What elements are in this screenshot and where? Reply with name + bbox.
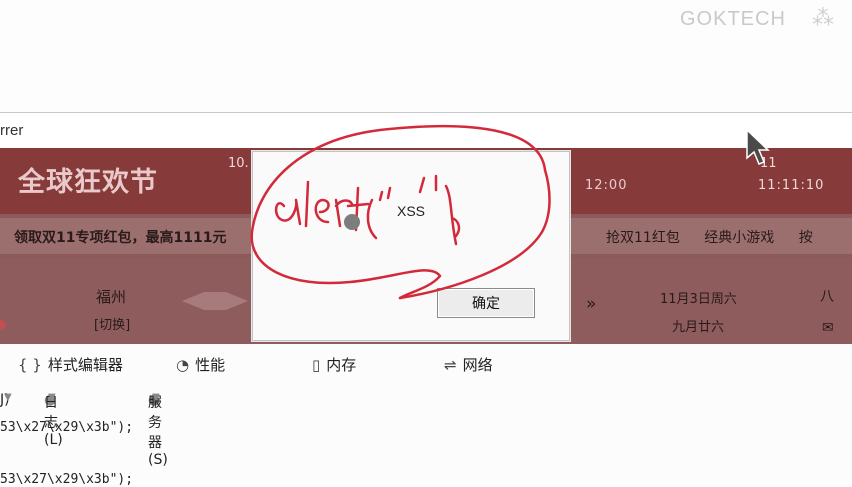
status-dot-icon — [0, 320, 6, 330]
promo-link[interactable]: 领取双11专项红包，最高1111元 — [14, 227, 226, 247]
tab-label: 网络 — [462, 356, 493, 374]
devtools-panel: { } 样式编辑器 ◔ 性能 ▯ 内存 ⇌ 网络 J) ▼ ● 日志(L) ▼ ● 服务器(S)… — [0, 344, 852, 487]
url-bar[interactable]: rrer — [0, 112, 852, 150]
city-name: 福州 — [96, 288, 127, 306]
promo-links: 抢双11红包 经典小游戏 按 — [606, 227, 833, 247]
promo-link-red-packet[interactable]: 抢双11红包 — [606, 230, 680, 246]
date-gregorian: 11月3日周六 — [660, 292, 737, 307]
city-switch-link[interactable]: [切换] — [94, 314, 130, 333]
console-filter-bar: J) ▼ ● 日志(L) ▼ ● 服务器(S) ▼ — [0, 384, 852, 468]
date-lunar: 九月廿六 — [672, 320, 725, 335]
mouse-pointer-icon — [746, 128, 770, 165]
tab-performance[interactable]: ◔ 性能 — [176, 354, 225, 375]
banner-time: 11:11:10 — [758, 178, 825, 193]
tab-label: 性能 — [195, 356, 226, 374]
filter-server-label: 服务器(S) — [148, 395, 168, 468]
chevron-down-icon: ▼ — [48, 392, 56, 403]
watermark-logo-icon: ⁂ — [812, 6, 834, 31]
banner-date-left: 10. — [228, 156, 249, 171]
tab-style-editor[interactable]: { } 样式编辑器 — [18, 354, 123, 375]
alert-dialog: XSS 确定 — [252, 151, 570, 341]
memory-icon: ▯ — [312, 356, 321, 374]
far-right-label: 八 — [820, 289, 834, 305]
tab-label: 内存 — [326, 356, 357, 374]
weather-icon — [182, 292, 248, 310]
devtools-tabs: { } 样式编辑器 ◔ 性能 ▯ 内存 ⇌ 网络 — [0, 348, 852, 378]
tab-network[interactable]: ⇌ 网络 — [444, 354, 493, 375]
console-line: 53\x27\x29\x3b"); — [0, 420, 134, 435]
tab-memory[interactable]: ▯ 内存 — [312, 354, 356, 375]
gauge-icon: ◔ — [176, 356, 190, 374]
alert-message: XSS — [397, 203, 426, 219]
promo-link-more[interactable]: 按 — [799, 230, 813, 246]
next-arrow-icon[interactable]: » — [586, 294, 596, 314]
mail-icon[interactable]: ✉ — [822, 320, 834, 336]
tab-label: 样式编辑器 — [47, 356, 123, 374]
promo-link-games[interactable]: 经典小游戏 — [704, 230, 774, 246]
watermark-text: GOKTECH — [680, 8, 786, 30]
chevron-down-icon: ▼ — [152, 392, 160, 403]
banner-title: 全球狂欢节 — [18, 167, 158, 198]
banner-countdown: 12:00 — [585, 178, 628, 193]
ok-button[interactable]: 确定 — [437, 288, 535, 318]
network-icon: ⇌ — [444, 356, 457, 374]
braces-icon: { } — [18, 356, 42, 374]
chevron-down-icon: ▼ — [4, 392, 12, 403]
url-text: rrer — [0, 122, 24, 139]
